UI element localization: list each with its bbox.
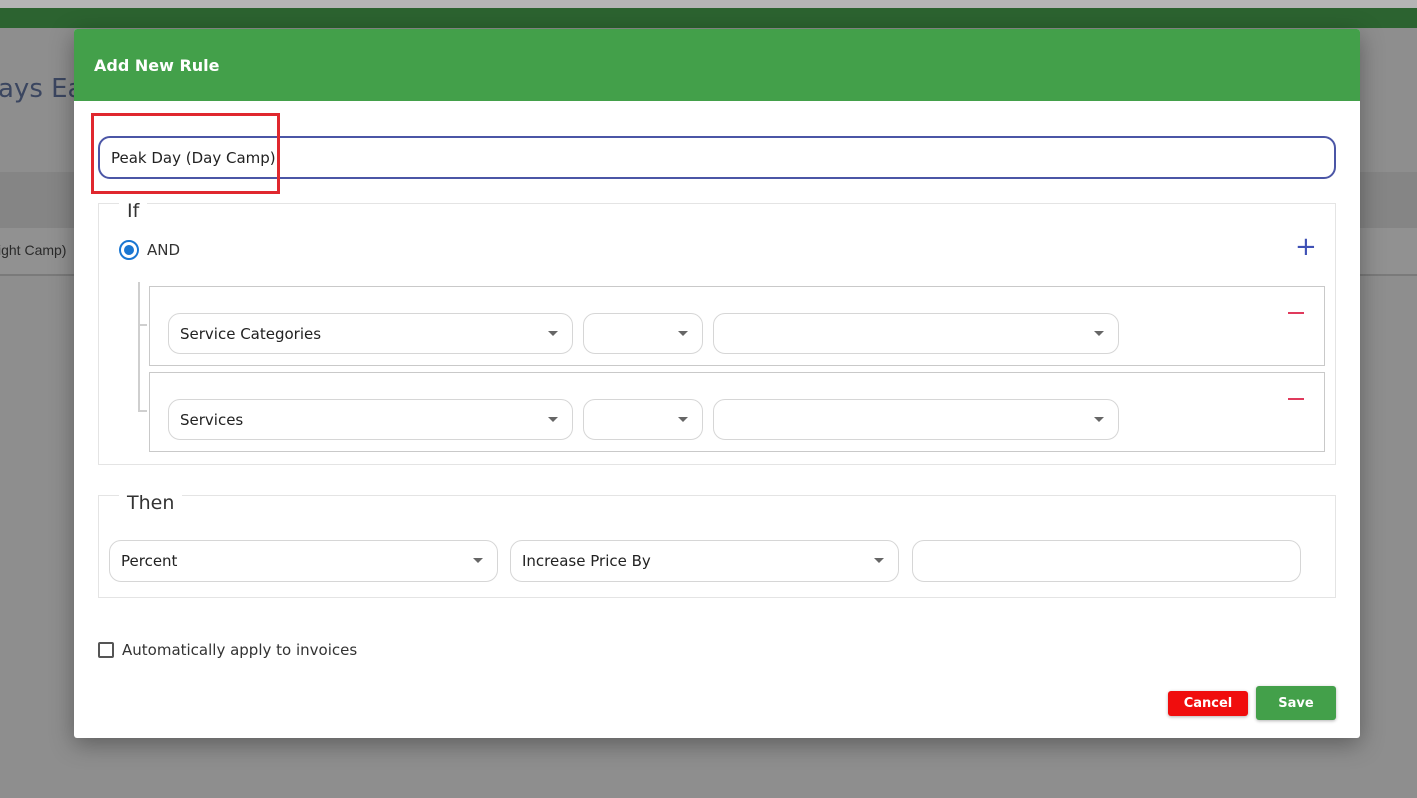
condition-operator-select[interactable] <box>583 313 703 354</box>
adjustment-action-value: Increase Price By <box>522 552 651 570</box>
and-radio[interactable] <box>119 240 139 260</box>
condition-bracket <box>138 282 140 412</box>
rule-name-input[interactable]: Peak Day (Day Camp) <box>98 136 1336 179</box>
chevron-down-icon <box>874 558 884 563</box>
chevron-down-icon <box>678 331 688 336</box>
remove-condition-icon[interactable] <box>1288 398 1304 400</box>
remove-condition-icon[interactable] <box>1288 312 1304 314</box>
auto-apply-label: Automatically apply to invoices <box>122 641 358 659</box>
dialog-title: Add New Rule <box>94 55 220 75</box>
and-label: AND <box>147 241 181 259</box>
condition-field-value: Service Categories <box>180 324 322 343</box>
condition-field-select[interactable]: Services <box>168 399 573 440</box>
chevron-down-icon <box>678 417 688 422</box>
chevron-down-icon <box>473 558 483 563</box>
adjustment-type-value: Percent <box>121 552 178 570</box>
adjustment-action-select[interactable]: Increase Price By <box>510 540 899 582</box>
cancel-button[interactable]: Cancel <box>1168 691 1248 716</box>
radio-checked-icon <box>124 245 134 255</box>
condition-value-select[interactable] <box>713 313 1119 354</box>
chevron-down-icon <box>548 331 558 336</box>
chevron-down-icon <box>1094 331 1104 336</box>
chevron-down-icon <box>1094 417 1104 422</box>
highlight-annotation <box>91 113 280 194</box>
auto-apply-checkbox[interactable] <box>98 642 114 658</box>
background-top-strip <box>0 0 1417 8</box>
then-legend: Then <box>119 492 183 514</box>
dialog-header: Add New Rule <box>74 29 1360 101</box>
condition-field-value: Services <box>180 410 244 429</box>
condition-operator-select[interactable] <box>583 399 703 440</box>
chevron-down-icon <box>548 417 558 422</box>
bracket-tick <box>138 410 147 412</box>
adjustment-amount-input[interactable] <box>912 540 1301 582</box>
bracket-tick <box>138 324 147 326</box>
background-app-bar <box>0 8 1417 28</box>
save-button[interactable]: Save <box>1256 686 1336 720</box>
condition-field-select[interactable]: Service Categories <box>168 313 573 354</box>
add-rule-dialog: Add New Rule Peak Day (Day Camp) If AND … <box>74 29 1360 738</box>
plus-icon[interactable]: + <box>1295 234 1317 260</box>
if-legend: If <box>119 200 148 222</box>
background-row-text: ight Camp) <box>0 242 67 258</box>
condition-value-select[interactable] <box>713 399 1119 440</box>
adjustment-type-select[interactable]: Percent <box>109 540 498 582</box>
